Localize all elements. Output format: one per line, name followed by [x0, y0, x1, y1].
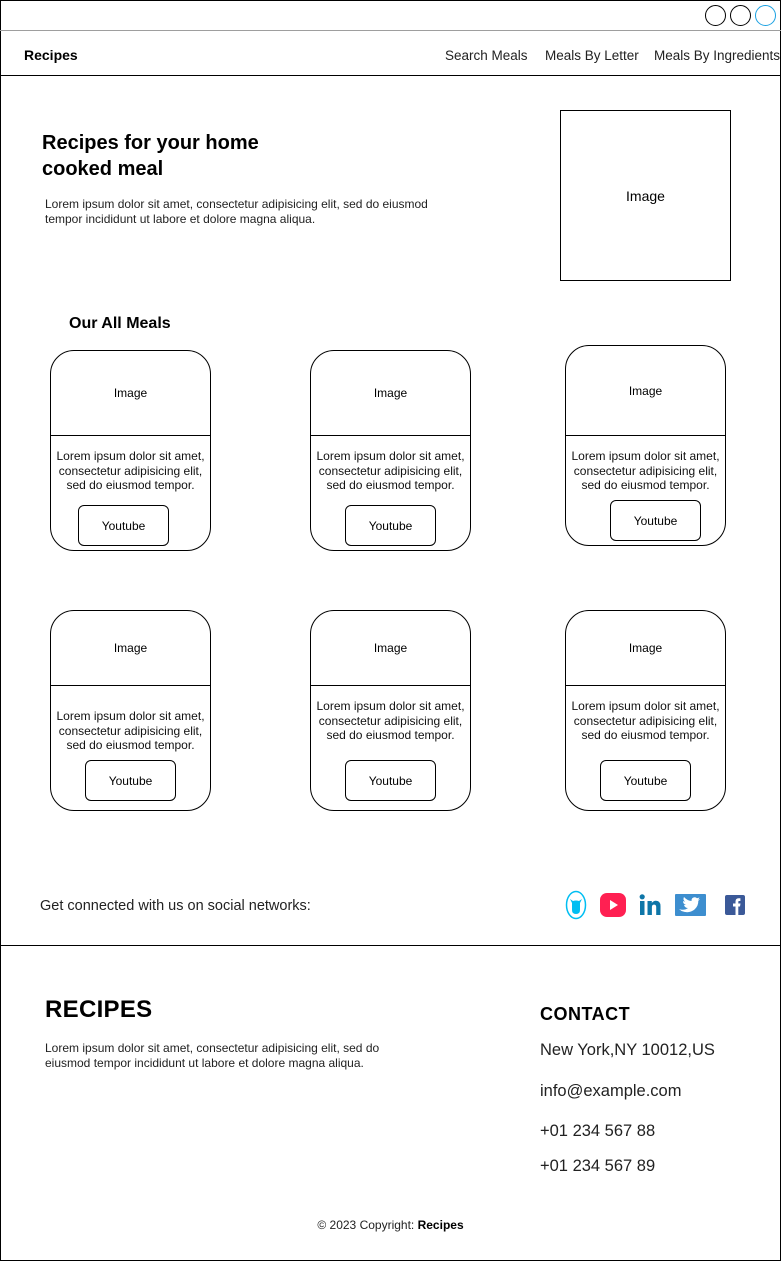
meal-description: Lorem ipsum dolor sit amet, consectetur … — [56, 449, 205, 492]
contact-phone-2[interactable]: +01 234 567 89 — [540, 1157, 655, 1176]
youtube-button[interactable]: Youtube — [85, 760, 176, 801]
meal-description: Lorem ipsum dolor sit amet, consectetur … — [316, 699, 465, 742]
twitter-icon[interactable] — [675, 894, 706, 921]
copyright: © 2023 Copyright: Recipes — [0, 1218, 781, 1232]
youtube-button[interactable]: Youtube — [345, 760, 436, 801]
contact-heading: CONTACT — [540, 1004, 631, 1024]
youtube-button[interactable]: Youtube — [78, 505, 169, 546]
youtube-icon[interactable] — [600, 893, 626, 922]
meal-image-placeholder: Image — [51, 611, 210, 686]
footer-description: Lorem ipsum dolor sit amet, consectetur … — [45, 1041, 380, 1070]
meal-card: Image Lorem ipsum dolor sit amet, consec… — [50, 350, 211, 551]
meal-image-placeholder: Image — [566, 346, 725, 436]
meal-description: Lorem ipsum dolor sit amet, consectetur … — [571, 699, 720, 742]
contact-phone-1[interactable]: +01 234 567 88 — [540, 1122, 655, 1141]
meal-card: Image Lorem ipsum dolor sit amet, consec… — [50, 610, 211, 811]
meal-image-label: Image — [113, 641, 148, 655]
social-connect-text: Get connected with us on social networks… — [40, 898, 311, 914]
meal-image-label: Image — [373, 641, 408, 655]
contact-email[interactable]: info@example.com — [540, 1082, 681, 1101]
meals-section-title: Our All Meals — [69, 315, 171, 332]
meal-description: Lorem ipsum dolor sit amet, consectetur … — [316, 449, 465, 492]
meal-image-label: Image — [628, 641, 663, 655]
meal-image-label: Image — [113, 386, 148, 400]
meal-card: Image Lorem ipsum dolor sit amet, consec… — [310, 350, 471, 551]
meal-image-label: Image — [373, 386, 408, 400]
copyright-text: © 2023 Copyright: — [317, 1218, 418, 1232]
contact-address: New York,NY 10012,US — [540, 1041, 715, 1059]
window-top-bar — [0, 0, 781, 31]
meal-card: Image Lorem ipsum dolor sit amet, consec… — [565, 610, 726, 811]
meal-image-placeholder: Image — [51, 351, 210, 436]
hero-image-placeholder: Image — [560, 110, 731, 281]
hero-title: Recipes for your home cooked meal — [42, 132, 259, 180]
window-circle-button-active[interactable] — [755, 5, 776, 26]
hero-image-label: Image — [626, 187, 665, 204]
youtube-button[interactable]: Youtube — [610, 500, 701, 541]
youtube-button[interactable]: Youtube — [345, 505, 436, 546]
hero-description: Lorem ipsum dolor sit amet, consectetur … — [45, 197, 428, 226]
meal-image-placeholder: Image — [566, 611, 725, 686]
github-icon[interactable] — [565, 890, 587, 925]
linkedin-icon[interactable] — [639, 894, 661, 921]
meal-image-placeholder: Image — [311, 611, 470, 686]
meal-card: Image Lorem ipsum dolor sit amet, consec… — [310, 610, 471, 811]
meal-card: Image Lorem ipsum dolor sit amet, consec… — [565, 345, 726, 546]
nav-brand[interactable]: Recipes — [24, 47, 78, 63]
navbar: Recipes Search Meals Meals By Letter Mea… — [0, 31, 781, 76]
youtube-button[interactable]: Youtube — [600, 760, 691, 801]
meal-image-placeholder: Image — [311, 351, 470, 436]
window-circle-button[interactable] — [730, 5, 751, 26]
footer-divider — [0, 945, 781, 946]
nav-link-meals-by-letter[interactable]: Meals By Letter — [545, 48, 639, 63]
nav-link-meals-by-ingredients[interactable]: Meals By Ingredients — [654, 48, 780, 63]
copyright-brand[interactable]: Recipes — [418, 1218, 464, 1232]
footer-brand: RECIPES — [45, 996, 153, 1023]
window-circle-button[interactable] — [705, 5, 726, 26]
meal-description: Lorem ipsum dolor sit amet, consectetur … — [571, 449, 720, 492]
meal-description: Lorem ipsum dolor sit amet, consectetur … — [56, 709, 205, 752]
facebook-icon[interactable] — [725, 895, 745, 920]
meal-image-label: Image — [628, 383, 663, 398]
nav-link-search-meals[interactable]: Search Meals — [445, 48, 528, 63]
